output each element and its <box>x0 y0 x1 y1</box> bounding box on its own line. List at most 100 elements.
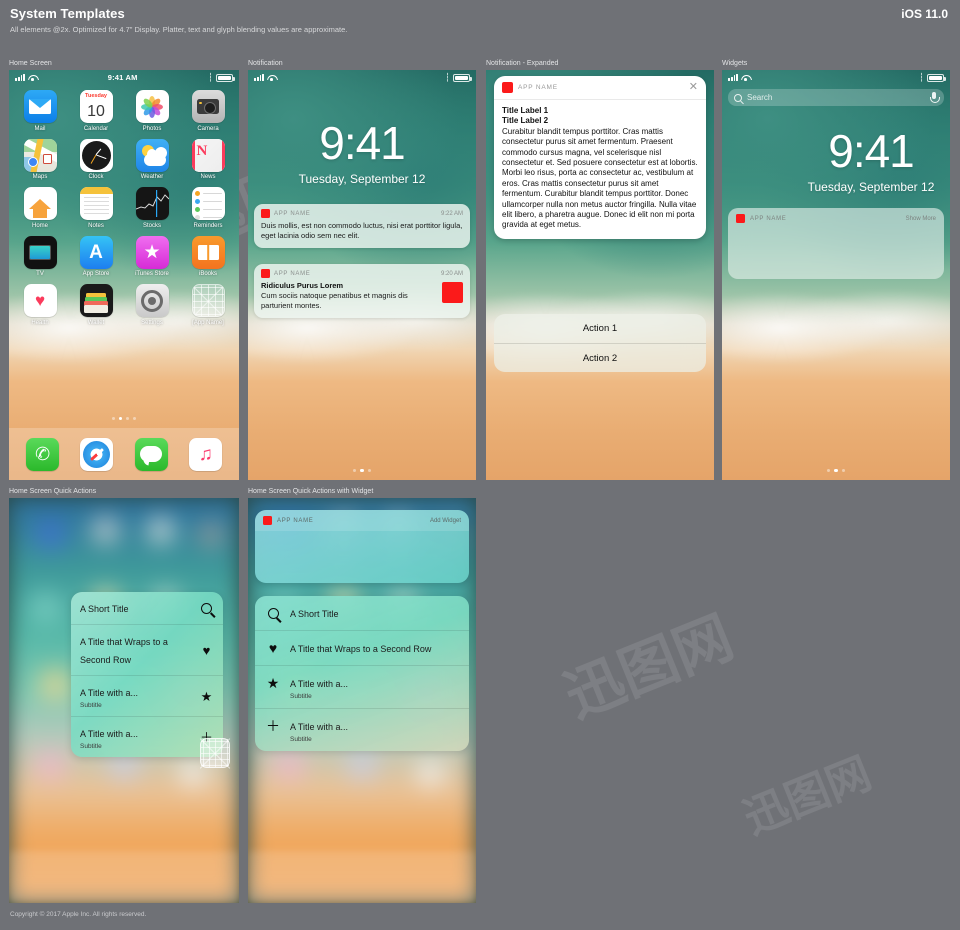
cellular-signal-icon <box>728 74 739 81</box>
app-app-store[interactable]: A App Store <box>71 235 121 277</box>
panel-widgets: Widgets ┆ Search 9:41 Tuesday, September… <box>722 60 950 480</box>
lock-time: 9:41 <box>319 117 406 169</box>
page-title: System Templates <box>10 6 125 21</box>
action-1-button[interactable]: Action 1 <box>494 314 706 343</box>
lock-date: Tuesday, September 12 <box>807 180 935 194</box>
app-row: Mail Tuesday 10 Calendar Photos Camera <box>15 90 233 132</box>
notification-time: 9:22 AM <box>440 210 463 217</box>
app-label: News <box>200 174 216 180</box>
quick-action-subtitle: Subtitle <box>290 693 312 700</box>
quick-action-item[interactable]: A Short Title <box>71 592 223 624</box>
quick-actions-menu: A Short Title ♥ A Title that Wraps to a … <box>255 596 469 751</box>
plus-icon: ＋ <box>266 718 280 734</box>
app-row: Home Notes Stocks Reminders <box>15 187 233 229</box>
lock-clock: 9:41 Tuesday, September 12 <box>722 128 950 194</box>
app-label: Notes <box>88 222 104 229</box>
quick-action-title: A Title with a... <box>80 688 139 698</box>
notification-page-dots[interactable] <box>248 468 476 472</box>
messages-icon[interactable] <box>134 437 168 471</box>
app-label: [App Name] <box>192 319 224 326</box>
notification-body: Duis mollis, est non commodo luctus, nis… <box>261 221 463 240</box>
bluetooth-icon: ┆ <box>445 72 450 82</box>
app-weather[interactable]: Weather <box>127 138 177 180</box>
app-badge-icon <box>736 214 745 223</box>
app-label: Reminders <box>193 222 223 229</box>
app-badge-icon <box>261 209 270 218</box>
quick-action-subtitle: Subtitle <box>80 702 102 709</box>
battery-icon <box>453 73 472 82</box>
app-health[interactable]: ♥ Health <box>15 284 65 326</box>
safari-icon[interactable] <box>80 437 114 471</box>
app-ibooks[interactable]: iBooks <box>183 235 233 277</box>
status-bar: ┆ <box>722 70 950 85</box>
app-photos[interactable]: Photos <box>127 90 177 132</box>
quick-action-item[interactable]: ＋ A Title with a... Subtitle <box>255 708 469 751</box>
app-calendar[interactable]: Tuesday 10 Calendar <box>71 90 121 132</box>
quick-action-item[interactable]: A Short Title <box>255 596 469 630</box>
phone-icon[interactable]: ✆ <box>25 437 59 471</box>
home-page-dots[interactable] <box>9 416 239 420</box>
quick-action-item[interactable]: A Title that Wraps to a Second Row ♥ <box>71 624 223 675</box>
widget-preview-card[interactable]: APP NAME Add Widget <box>255 510 469 583</box>
quick-action-item[interactable]: A Title with a... Subtitle ★ <box>71 675 223 716</box>
widgets-page-dots[interactable] <box>722 468 950 472</box>
maps-icon <box>23 138 57 172</box>
heart-icon: ♥ <box>268 640 278 656</box>
heart-icon: ♥ <box>202 642 211 658</box>
notification-body: Cum sociis natoque penatibus et magnis d… <box>261 290 408 310</box>
app-reminders[interactable]: Reminders <box>183 187 233 229</box>
close-icon[interactable]: ✕ <box>689 82 698 93</box>
panel-label: Home Screen Quick Actions with Widget <box>248 488 374 495</box>
app-mail[interactable]: Mail <box>15 90 65 132</box>
app-itunes-store[interactable]: ★ iTunes Store <box>127 235 177 277</box>
app-label: Stocks <box>142 222 161 229</box>
app-label: Health <box>31 319 49 326</box>
stocks-icon <box>135 187 169 220</box>
battery-icon <box>927 73 946 82</box>
notification-card[interactable]: APP NAME 9:22 AM Duis mollis, est non co… <box>254 204 470 248</box>
heart-glyph: ♥ <box>34 291 46 310</box>
search-field[interactable]: Search <box>728 89 944 106</box>
app-settings[interactable]: Settings <box>127 284 177 326</box>
app-tv[interactable]: TV <box>15 235 65 277</box>
app-placeholder[interactable]: [App Name] <box>183 284 233 326</box>
blurred-dock <box>248 851 476 903</box>
quick-action-item[interactable]: ♥ A Title that Wraps to a Second Row <box>255 630 469 665</box>
app-row: Maps Clock Weather N News <box>15 138 233 180</box>
music-icon[interactable]: ♫ <box>189 437 223 471</box>
app-notes[interactable]: Notes <box>71 187 121 229</box>
widget-app-name: APP NAME <box>277 517 314 524</box>
app-label: TV <box>36 271 44 277</box>
app-clock[interactable]: Clock <box>71 138 121 180</box>
notification-content-row: Ridiculus Purus Lorem Cum sociis natoque… <box>254 281 470 318</box>
expanded-header: APP NAME ✕ <box>494 76 706 100</box>
microphone-icon[interactable] <box>930 92 940 103</box>
panel-quick-actions: Home Screen Quick Actions A Short Title … <box>9 488 239 903</box>
quick-action-item[interactable]: ★ A Title with a... Subtitle <box>255 665 469 708</box>
app-stocks[interactable]: Stocks <box>127 187 177 229</box>
itunes-store-icon: ★ <box>135 235 169 269</box>
show-more-button[interactable]: Show More <box>906 216 936 222</box>
app-wallet[interactable]: Wallet <box>71 284 121 326</box>
panel-quick-actions-widget: Home Screen Quick Actions with Widget AP… <box>248 488 476 903</box>
star-icon: ★ <box>266 675 280 691</box>
app-maps[interactable]: Maps <box>15 138 65 180</box>
action-2-button[interactable]: Action 2 <box>494 343 706 372</box>
search-icon <box>734 93 742 102</box>
app-news[interactable]: N News <box>183 138 233 180</box>
status-right: ┆ <box>919 73 946 82</box>
app-camera[interactable]: Camera <box>183 90 233 132</box>
widget-card[interactable]: APP NAME Show More <box>728 208 944 279</box>
health-icon: ♥ <box>23 284 57 317</box>
app-label: Settings <box>141 319 163 326</box>
notification-time: 9:20 AM <box>440 270 463 277</box>
expanded-notification-card[interactable]: APP NAME ✕ Title Label 1 Title Label 2 C… <box>494 76 706 239</box>
add-widget-button[interactable]: Add Widget <box>430 518 461 524</box>
search-icon <box>265 605 281 621</box>
app-badge-icon <box>263 516 272 525</box>
panel-label: Notification - Expanded <box>486 60 559 67</box>
app-placeholder-icon[interactable] <box>199 738 231 769</box>
app-home[interactable]: Home <box>15 187 65 229</box>
notification-card[interactable]: APP NAME 9:20 AM Ridiculus Purus Lorem C… <box>254 264 470 318</box>
status-right: ┆ <box>208 73 235 82</box>
